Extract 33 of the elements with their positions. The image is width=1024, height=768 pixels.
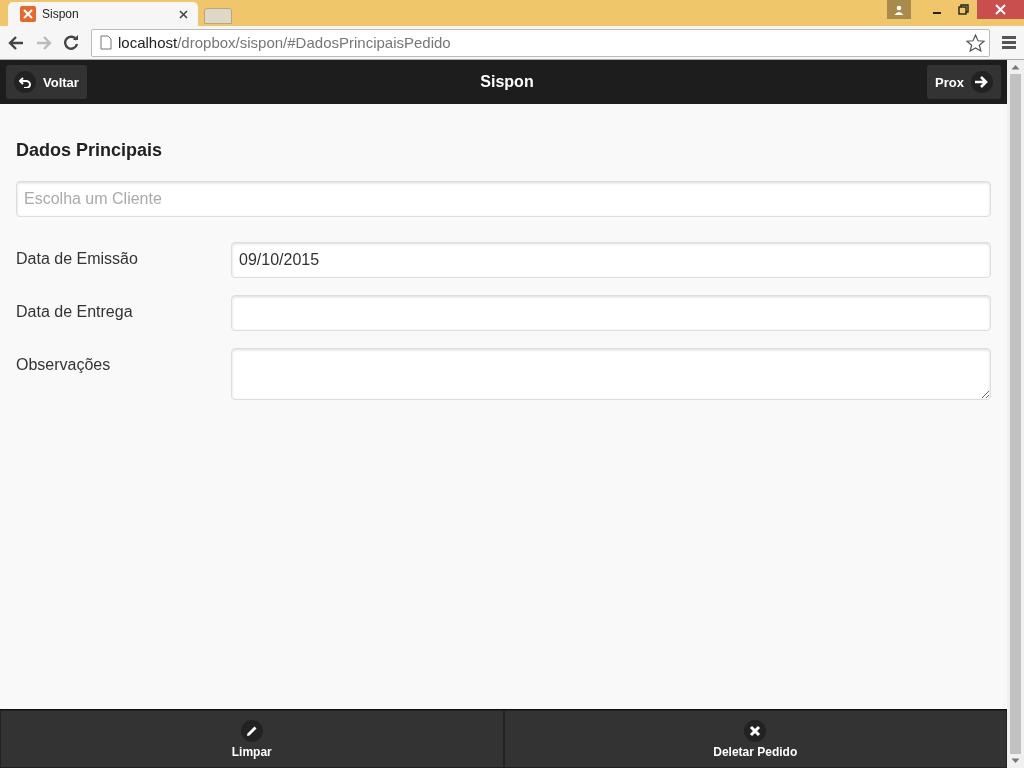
tab-title: Sispon [42,7,80,21]
close-icon [995,4,1006,15]
address-bar[interactable]: localhost/dropbox/sispon/#DadosPrincipaisPedido [91,28,990,57]
field-label: Data de Emissão [16,249,139,268]
section-title: Dados Principais [16,140,164,161]
browser-tab[interactable]: Sispon [8,2,198,26]
pencil-icon [245,724,258,737]
close-window-button[interactable] [977,0,1024,19]
page-title: Sispon [480,73,534,91]
menu-icon[interactable] [1002,36,1016,49]
right-arrow-icon [975,76,989,88]
textarea-field[interactable] [231,348,991,400]
footer-button[interactable]: Limpar [0,710,504,768]
input-field[interactable]: 09/10/2015 [231,242,991,278]
back-button[interactable]: Voltar [6,65,87,99]
star-icon[interactable] [966,33,985,52]
scroll-down-icon[interactable] [1011,758,1020,764]
undo-arrow-icon [19,76,31,88]
back-arrow-icon[interactable] [8,35,24,50]
input-field[interactable] [231,295,991,331]
scrollbar[interactable] [1007,60,1024,768]
close-icon[interactable] [179,9,188,19]
reload-icon[interactable] [64,35,79,50]
user-icon[interactable] [887,0,911,19]
page-icon [100,35,112,50]
scroll-up-icon[interactable] [1011,64,1020,70]
field-label: Data de Entrega [16,302,134,321]
x-icon [749,724,762,737]
field-label: Observações [16,355,112,374]
client-field[interactable]: Escolha um Cliente [16,181,991,217]
next-button[interactable]: Prox [927,65,1001,99]
footer-button[interactable]: Deletar Pedido [503,710,1007,768]
app-logo-icon [20,6,36,22]
